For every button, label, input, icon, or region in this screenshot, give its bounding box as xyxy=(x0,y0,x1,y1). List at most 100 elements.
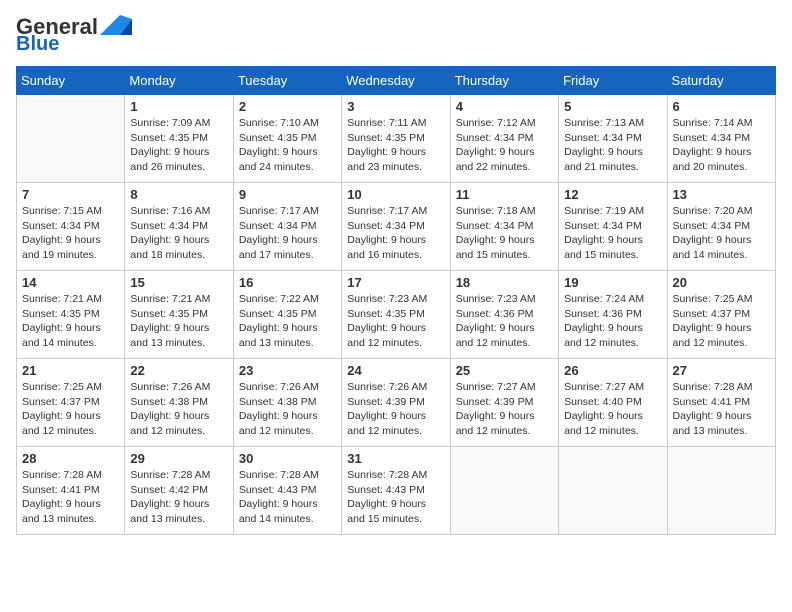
calendar-cell: 7Sunrise: 7:15 AMSunset: 4:34 PMDaylight… xyxy=(17,183,125,271)
day-number: 31 xyxy=(347,451,444,466)
calendar-cell: 30 Sunrise: 7:28 AMSunset: 4:43 PMDayligh… xyxy=(233,447,341,535)
day-number: 13 xyxy=(673,187,770,202)
calendar-cell: 16Sunrise: 7:22 AMSunset: 4:35 PMDayligh… xyxy=(233,271,341,359)
calendar-cell: 15 Sunrise: 7:21 AMSunset: 4:35 PMDayligh… xyxy=(125,271,233,359)
calendar-cell: 11 Sunrise: 7:18 AMSunset: 4:34 PMDayligh… xyxy=(450,183,558,271)
calendar-week-row: 21Sunrise: 7:25 AMSunset: 4:37 PMDayligh… xyxy=(17,359,776,447)
day-info: Sunrise: 7:09 AMSunset: 4:35 PMDaylight:… xyxy=(130,116,227,175)
calendar-cell xyxy=(17,95,125,183)
day-info: Sunrise: 7:21 AMSunset: 4:35 PMDaylight:… xyxy=(130,292,227,351)
day-number: 30 xyxy=(239,451,336,466)
day-info: Sunrise: 7:28 AMSunset: 4:41 PMDaylight:… xyxy=(22,468,119,527)
day-info: Sunrise: 7:25 AMSunset: 4:37 PMDaylight:… xyxy=(673,292,770,351)
day-info: Sunrise: 7:12 AMSunset: 4:34 PMDaylight:… xyxy=(456,116,553,175)
calendar-week-row: 14 Sunrise: 7:21 AMSunset: 4:35 PMDayligh… xyxy=(17,271,776,359)
day-info: Sunrise: 7:27 AMSunset: 4:40 PMDaylight:… xyxy=(564,380,661,439)
calendar-cell: 1 Sunrise: 7:09 AMSunset: 4:35 PMDaylight… xyxy=(125,95,233,183)
calendar-cell: 17 Sunrise: 7:23 AMSunset: 4:35 PMDayligh… xyxy=(342,271,450,359)
day-header-thursday: Thursday xyxy=(450,67,558,95)
calendar-cell: 24 Sunrise: 7:26 AMSunset: 4:39 PMDayligh… xyxy=(342,359,450,447)
day-info: Sunrise: 7:19 AMSunset: 4:34 PMDaylight:… xyxy=(564,204,661,263)
day-number: 24 xyxy=(347,363,444,378)
day-info: Sunrise: 7:28 AMSunset: 4:42 PMDaylight:… xyxy=(130,468,227,527)
calendar-cell: 9 Sunrise: 7:17 AMSunset: 4:34 PMDaylight… xyxy=(233,183,341,271)
day-info: Sunrise: 7:17 AMSunset: 4:34 PMDaylight:… xyxy=(239,204,336,263)
calendar-cell: 5 Sunrise: 7:13 AMSunset: 4:34 PMDaylight… xyxy=(559,95,667,183)
day-info: Sunrise: 7:26 AMSunset: 4:39 PMDaylight:… xyxy=(347,380,444,439)
day-info: Sunrise: 7:13 AMSunset: 4:34 PMDaylight:… xyxy=(564,116,661,175)
calendar-cell: 26 Sunrise: 7:27 AMSunset: 4:40 PMDayligh… xyxy=(559,359,667,447)
day-number: 18 xyxy=(456,275,553,290)
day-info: Sunrise: 7:24 AMSunset: 4:36 PMDaylight:… xyxy=(564,292,661,351)
calendar-cell: 3Sunrise: 7:11 AMSunset: 4:35 PMDaylight… xyxy=(342,95,450,183)
day-number: 15 xyxy=(130,275,227,290)
day-number: 1 xyxy=(130,99,227,114)
calendar-cell xyxy=(559,447,667,535)
calendar-cell xyxy=(450,447,558,535)
day-info: Sunrise: 7:16 AMSunset: 4:34 PMDaylight:… xyxy=(130,204,227,263)
day-info: Sunrise: 7:15 AMSunset: 4:34 PMDaylight:… xyxy=(22,204,119,263)
calendar-cell: 12 Sunrise: 7:19 AMSunset: 4:34 PMDayligh… xyxy=(559,183,667,271)
calendar-cell: 23 Sunrise: 7:26 AMSunset: 4:38 PMDayligh… xyxy=(233,359,341,447)
day-info: Sunrise: 7:10 AMSunset: 4:35 PMDaylight:… xyxy=(239,116,336,175)
day-info: Sunrise: 7:22 AMSunset: 4:35 PMDaylight:… xyxy=(239,292,336,351)
day-info: Sunrise: 7:26 AMSunset: 4:38 PMDaylight:… xyxy=(130,380,227,439)
page-header: General Blue xyxy=(16,16,776,54)
day-number: 17 xyxy=(347,275,444,290)
calendar-cell xyxy=(667,447,775,535)
calendar-week-row: 1 Sunrise: 7:09 AMSunset: 4:35 PMDaylight… xyxy=(17,95,776,183)
day-number: 9 xyxy=(239,187,336,202)
day-info: Sunrise: 7:23 AMSunset: 4:36 PMDaylight:… xyxy=(456,292,553,351)
day-number: 25 xyxy=(456,363,553,378)
calendar-cell: 22 Sunrise: 7:26 AMSunset: 4:38 PMDayligh… xyxy=(125,359,233,447)
calendar-cell: 4 Sunrise: 7:12 AMSunset: 4:34 PMDaylight… xyxy=(450,95,558,183)
calendar-cell: 28 Sunrise: 7:28 AMSunset: 4:41 PMDayligh… xyxy=(17,447,125,535)
calendar-cell: 29Sunrise: 7:28 AMSunset: 4:42 PMDayligh… xyxy=(125,447,233,535)
logo-icon xyxy=(100,15,132,35)
day-header-tuesday: Tuesday xyxy=(233,67,341,95)
calendar-cell: 18 Sunrise: 7:23 AMSunset: 4:36 PMDayligh… xyxy=(450,271,558,359)
day-info: Sunrise: 7:18 AMSunset: 4:34 PMDaylight:… xyxy=(456,204,553,263)
day-number: 23 xyxy=(239,363,336,378)
calendar-cell: 19 Sunrise: 7:24 AMSunset: 4:36 PMDayligh… xyxy=(559,271,667,359)
day-number: 11 xyxy=(456,187,553,202)
day-info: Sunrise: 7:28 AMSunset: 4:43 PMDaylight:… xyxy=(239,468,336,527)
day-number: 5 xyxy=(564,99,661,114)
calendar-week-row: 28 Sunrise: 7:28 AMSunset: 4:41 PMDayligh… xyxy=(17,447,776,535)
calendar-cell: 20Sunrise: 7:25 AMSunset: 4:37 PMDayligh… xyxy=(667,271,775,359)
day-number: 26 xyxy=(564,363,661,378)
day-header-saturday: Saturday xyxy=(667,67,775,95)
calendar-cell: 10Sunrise: 7:17 AMSunset: 4:34 PMDayligh… xyxy=(342,183,450,271)
day-info: Sunrise: 7:28 AMSunset: 4:41 PMDaylight:… xyxy=(673,380,770,439)
day-header-friday: Friday xyxy=(559,67,667,95)
day-header-wednesday: Wednesday xyxy=(342,67,450,95)
calendar-cell: 13 Sunrise: 7:20 AMSunset: 4:34 PMDayligh… xyxy=(667,183,775,271)
day-header-sunday: Sunday xyxy=(17,67,125,95)
day-info: Sunrise: 7:11 AMSunset: 4:35 PMDaylight:… xyxy=(347,116,444,175)
day-number: 6 xyxy=(673,99,770,114)
day-number: 27 xyxy=(673,363,770,378)
day-info: Sunrise: 7:27 AMSunset: 4:39 PMDaylight:… xyxy=(456,380,553,439)
day-number: 8 xyxy=(130,187,227,202)
calendar-cell: 21Sunrise: 7:25 AMSunset: 4:37 PMDayligh… xyxy=(17,359,125,447)
calendar-cell: 8 Sunrise: 7:16 AMSunset: 4:34 PMDaylight… xyxy=(125,183,233,271)
day-number: 2 xyxy=(239,99,336,114)
day-info: Sunrise: 7:20 AMSunset: 4:34 PMDaylight:… xyxy=(673,204,770,263)
day-number: 12 xyxy=(564,187,661,202)
day-number: 28 xyxy=(22,451,119,466)
day-header-monday: Monday xyxy=(125,67,233,95)
calendar-cell: 6 Sunrise: 7:14 AMSunset: 4:34 PMDaylight… xyxy=(667,95,775,183)
day-number: 14 xyxy=(22,275,119,290)
calendar-header-row: SundayMondayTuesdayWednesdayThursdayFrid… xyxy=(17,67,776,95)
day-info: Sunrise: 7:21 AMSunset: 4:35 PMDaylight:… xyxy=(22,292,119,351)
day-info: Sunrise: 7:26 AMSunset: 4:38 PMDaylight:… xyxy=(239,380,336,439)
day-number: 4 xyxy=(456,99,553,114)
day-info: Sunrise: 7:23 AMSunset: 4:35 PMDaylight:… xyxy=(347,292,444,351)
day-info: Sunrise: 7:14 AMSunset: 4:34 PMDaylight:… xyxy=(673,116,770,175)
day-number: 19 xyxy=(564,275,661,290)
calendar-cell: 14 Sunrise: 7:21 AMSunset: 4:35 PMDayligh… xyxy=(17,271,125,359)
calendar: SundayMondayTuesdayWednesdayThursdayFrid… xyxy=(16,66,776,535)
day-number: 22 xyxy=(130,363,227,378)
day-number: 10 xyxy=(347,187,444,202)
calendar-cell: 2 Sunrise: 7:10 AMSunset: 4:35 PMDaylight… xyxy=(233,95,341,183)
